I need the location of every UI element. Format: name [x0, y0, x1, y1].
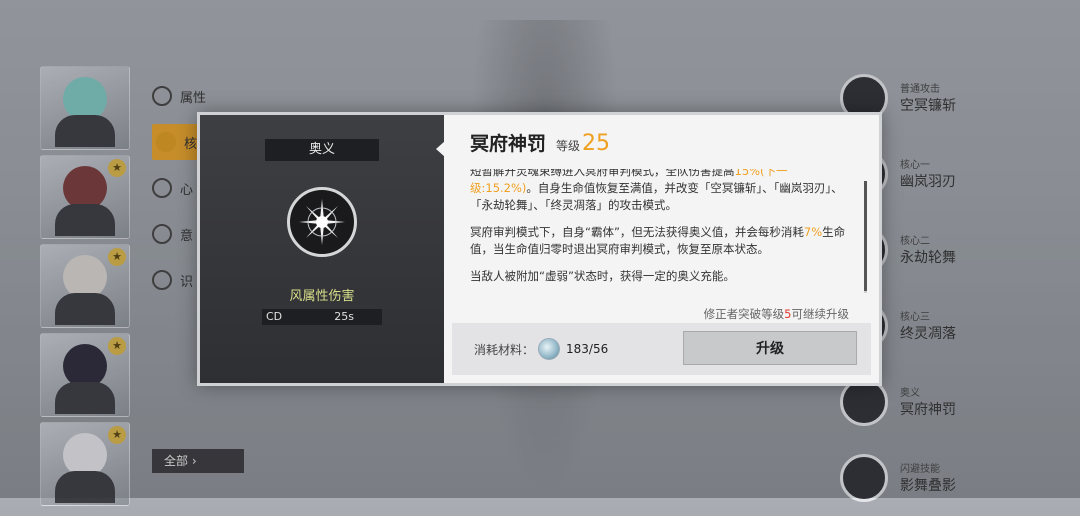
level-value: 25	[582, 131, 611, 156]
cooldown-value: 25s	[334, 310, 354, 323]
upgrade-note-text: 修正者突破等级	[703, 307, 785, 321]
upgrade-footer: 消耗材料： 183/56 升级	[452, 323, 871, 375]
skill-summary-panel: 奥义 风属性伤害 CD 25s	[200, 115, 445, 383]
description-highlight: 7%	[803, 225, 823, 239]
description-text: 短暂解开灵魂束缚进入冥府审判模式，全队伤害提高	[470, 169, 735, 178]
skill-name: 冥府神罚	[470, 133, 547, 155]
material-label: 消耗材料：	[474, 342, 535, 357]
crystal-material-icon[interactable]	[538, 338, 561, 360]
skill-title-row: 冥府神罚 等级 25	[470, 129, 853, 161]
description-paragraph: 短暂解开灵魂束缚进入冥府审判模式，全队伤害提高15%(下一级:15.2%)。自身…	[470, 169, 853, 214]
description-scrollbar[interactable]	[864, 181, 867, 293]
description-text: 。自身生命值恢复至满值，并改变「空冥镰斩」、「幽岚羽刃」、「永劫轮舞」、「终灵凋…	[470, 181, 843, 212]
skill-detail-modal: 奥义 风属性伤害 CD 25s 冥府神罚 等级 25 短暂解开灵魂束缚进入冥府审…	[197, 112, 882, 386]
description-paragraph: 当敌人被附加“虚弱”状态时，获得一定的奥义充能。	[470, 269, 735, 283]
skill-description[interactable]: 短暂解开灵魂束缚进入冥府审判模式，全队伤害提高15%(下一级:15.2%)。自身…	[470, 169, 853, 289]
description-text: 冥府审判模式下，自身“霸体”，但无法获得奥义值，并会每秒消耗	[470, 225, 804, 239]
cooldown-bar: CD 25s	[262, 309, 382, 325]
compass-star-icon	[287, 187, 357, 257]
material-count: 183/56	[566, 342, 609, 356]
level-label: 等级	[556, 139, 581, 153]
upgrade-note-level: 5	[784, 307, 792, 321]
cooldown-label: CD	[266, 310, 283, 323]
description-paragraph: 冥府审判模式下，自身“霸体”，但无法获得奥义值，并会每秒消耗7%生命值，当生命值…	[470, 224, 853, 258]
scrollbar-thumb[interactable]	[864, 181, 867, 291]
skill-type-tag: 奥义	[265, 139, 379, 161]
skill-detail-panel: 冥府神罚 等级 25 短暂解开灵魂束缚进入冥府审判模式，全队伤害提高15%(下一…	[444, 115, 879, 383]
upgrade-button[interactable]: 升级	[683, 331, 857, 365]
upgrade-requirement-note: 修正者突破等级5可继续升级	[704, 306, 849, 322]
upgrade-note-text: 可继续升级	[791, 307, 850, 321]
damage-type-label: 风属性伤害	[289, 289, 355, 304]
